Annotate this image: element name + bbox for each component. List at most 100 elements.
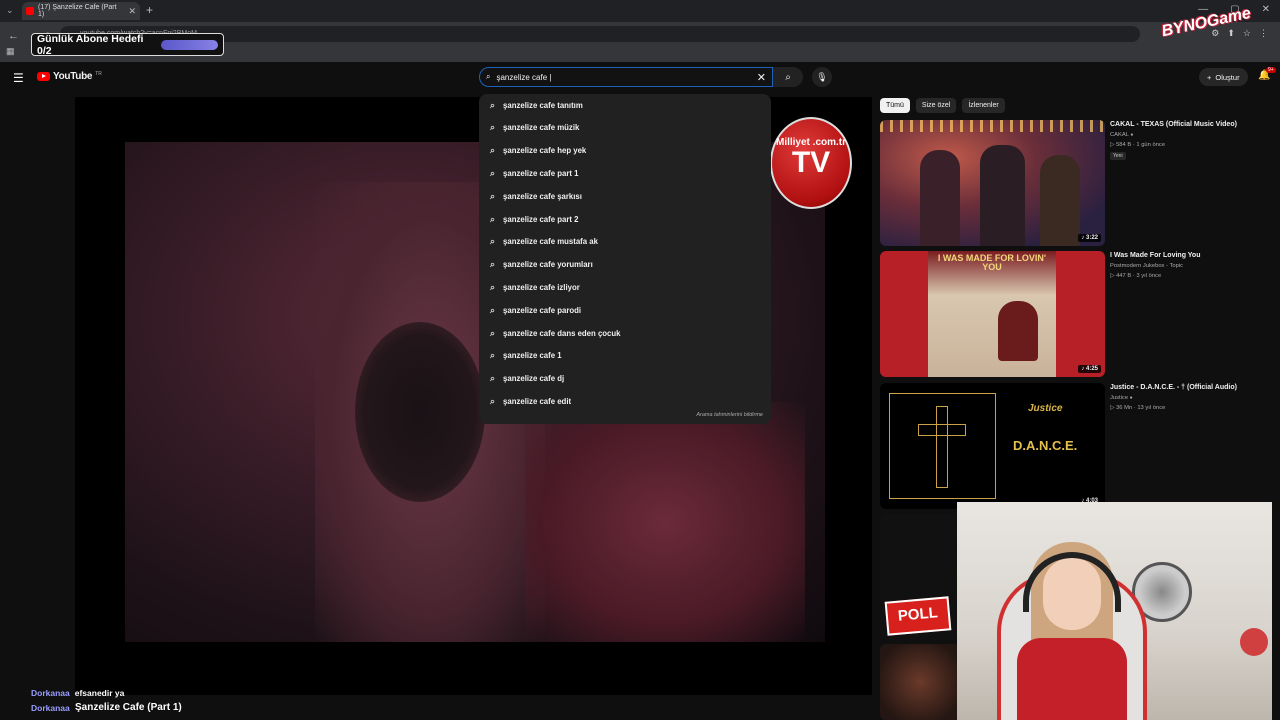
chip-watched[interactable]: İzlenenler <box>962 98 1005 113</box>
search-icon: ⌕ <box>490 373 496 384</box>
figure <box>1040 155 1080 246</box>
chat-username: Dorkanaa <box>31 703 70 713</box>
goal-label: Günlük Abone Hedefi 0/2 <box>37 32 144 57</box>
red-top <box>1017 638 1127 720</box>
search-icon: ⌕ <box>490 190 496 201</box>
suggestion-label: şanzelize cafe 1 <box>503 351 562 361</box>
suggestion-item[interactable]: ⌕ şanzelize cafe part 2 <box>479 208 771 230</box>
suggestion-item[interactable]: ⌕ şanzelize cafe 1 <box>479 345 771 367</box>
suggestion-item[interactable]: ⌕ şanzelize cafe dans eden çocuk <box>479 322 771 344</box>
justice-brand-text: Justice <box>1028 403 1063 414</box>
chip-for-you[interactable]: Size özel <box>915 98 957 113</box>
video-title[interactable]: Justice - D.A.N.C.E. - † (Official Audio… <box>1110 384 1270 391</box>
video-title[interactable]: I Was Made For Loving You <box>1110 252 1270 259</box>
back-icon[interactable]: ← <box>8 30 19 42</box>
chair-logo-icon <box>1240 628 1268 656</box>
browser-menu-icon[interactable]: ⋮ <box>1259 28 1268 39</box>
suggestion-label: şanzelize cafe izliyor <box>503 282 580 292</box>
channel-name[interactable]: CAKAL ● <box>1110 132 1133 138</box>
notification-count-badge: 9+ <box>1266 67 1276 73</box>
voice-search-button[interactable]: 🎙 <box>812 67 832 87</box>
search-icon: ⌕ <box>490 99 496 110</box>
tab-close-icon[interactable]: ✕ <box>128 6 136 17</box>
cross-icon <box>936 406 948 488</box>
recommendation-item[interactable]: I WAS MADE FOR LOVIN' YOU ♪ 4:25 I Was M… <box>880 251 1270 377</box>
browser-tab-active[interactable]: (17) Şanzelize Cafe (Part 1) ✕ <box>22 2 140 20</box>
youtube-favicon-icon <box>26 7 34 15</box>
new-badge: Yeni <box>1110 152 1126 160</box>
chat-username: Dorkanaa <box>31 688 70 698</box>
tab-search-icon[interactable]: ⌄ <box>6 5 14 16</box>
channel-label: Justice <box>1110 395 1129 401</box>
streamer <box>1017 542 1127 720</box>
hamburger-menu-icon[interactable]: ☰ <box>13 71 24 85</box>
suggestion-label: şanzelize cafe mustafa ak <box>503 237 598 247</box>
share-icon[interactable]: ⬆ <box>1227 28 1235 39</box>
chat-message: Dorkanaa <box>31 703 75 713</box>
search-button[interactable]: ⌕ <box>773 67 803 87</box>
new-tab-button[interactable]: + <box>146 3 153 17</box>
screen: ⌄ (17) Şanzelize Cafe (Part 1) ✕ + — ▢ ✕… <box>0 0 1280 720</box>
suggestion-label: şanzelize cafe part 1 <box>503 168 579 178</box>
poll-production-logo: POLL <box>884 596 952 636</box>
youtube-header: ☰ YouTube TR ⌕ şanzelize cafe | ✕ ⌕ 🎙 + … <box>0 62 1280 94</box>
now-playing-title: Şanzelize Cafe (Part 1) <box>75 702 182 713</box>
suggestion-label: şanzelize cafe tanıtım <box>503 100 583 110</box>
video-thumbnail[interactable]: I WAS MADE FOR LOVIN' YOU ♪ 4:25 <box>880 251 1105 377</box>
album-title-text: I WAS MADE FOR LOVIN' YOU <box>937 253 1047 273</box>
suggestion-item[interactable]: ⌕ şanzelize cafe hep yek <box>479 140 771 162</box>
channel-name[interactable]: Justice ● <box>1110 395 1133 401</box>
search-input[interactable]: ⌕ şanzelize cafe | ✕ <box>479 67 773 87</box>
suggestion-item[interactable]: ⌕ şanzelize cafe izliyor <box>479 276 771 298</box>
suggestion-item[interactable]: ⌕ şanzelize cafe part 1 <box>479 162 771 184</box>
figure <box>920 150 960 246</box>
close-window-icon[interactable]: ✕ <box>1262 4 1270 15</box>
suggestion-item[interactable]: ⌕ şanzelize cafe parodi <box>479 299 771 321</box>
search-icon: ⌕ <box>490 327 496 338</box>
clear-search-icon[interactable]: ✕ <box>757 71 766 84</box>
duration-badge: ♪ 3:22 <box>1078 234 1101 242</box>
suggestion-item[interactable]: ⌕ şanzelize cafe dj <box>479 368 771 390</box>
video-figure <box>355 322 485 502</box>
figure <box>980 145 1025 246</box>
suggestion-label: şanzelize cafe dj <box>503 374 565 384</box>
chip-all[interactable]: Tümü <box>880 98 910 113</box>
youtube-play-icon <box>37 72 50 81</box>
youtube-logo[interactable]: YouTube TR <box>37 71 102 82</box>
search-icon: ⌕ <box>490 167 496 178</box>
suggestion-item[interactable]: ⌕ şanzelize cafe tanıtım <box>479 94 771 116</box>
cross-bar <box>918 424 966 436</box>
search-icon: ⌕ <box>490 350 496 361</box>
suggestion-label: şanzelize cafe dans eden çocuk <box>503 328 621 338</box>
search-icon: ⌕ <box>490 281 496 292</box>
bookmark-star-icon[interactable]: ☆ <box>1243 28 1251 39</box>
report-predictions-link[interactable]: Arama tahminlerini bildirme <box>696 412 763 418</box>
suggestion-label: şanzelize cafe parodi <box>503 305 582 315</box>
suggestion-label: şanzelize cafe edit <box>503 396 572 406</box>
recommendation-item[interactable]: Justice D.A.N.C.E. ♪ 4:03 Justice - D.A.… <box>880 383 1270 509</box>
video-stats: ▷ 447 B · 3 yıl önce <box>1110 273 1162 279</box>
channel-label: CAKAL <box>1110 132 1129 138</box>
region-code: TR <box>95 71 102 77</box>
video-thumbnail[interactable] <box>880 644 960 720</box>
suggestion-item[interactable]: ⌕ şanzelize cafe yorumları <box>479 254 771 276</box>
tv-logo-big-text: TV <box>791 146 831 179</box>
search-icon: ⌕ <box>490 259 496 270</box>
video-thumbnail[interactable]: ♪ 3:22 <box>880 120 1105 246</box>
video-title[interactable]: CAKAL - TEXAS (Official Music Video) <box>1110 121 1270 128</box>
suggestion-item[interactable]: ⌕ şanzelize cafe edit <box>479 390 771 412</box>
subscriber-goal-widget: Günlük Abone Hedefi 0/2 <box>31 32 224 57</box>
recommendation-item[interactable]: ♪ 3:22 CAKAL - TEXAS (Official Music Vid… <box>880 120 1270 246</box>
video-thumbnail[interactable]: Justice D.A.N.C.E. ♪ 4:03 <box>880 383 1105 509</box>
suggestion-item[interactable]: ⌕ şanzelize cafe mustafa ak <box>479 231 771 253</box>
search-icon: ⌕ <box>490 395 496 406</box>
search-suggestions: ⌕ şanzelize cafe tanıtım ⌕ şanzelize cafe … <box>479 94 771 424</box>
apps-grid-icon[interactable]: ▦ <box>6 46 15 57</box>
video-figure <box>525 402 805 642</box>
extension-icons: ⚙ ⬆ ☆ ⋮ <box>1211 28 1268 39</box>
suggestion-item[interactable]: ⌕ şanzelize cafe şarkısı <box>479 185 771 207</box>
create-button[interactable]: + Oluştur <box>1199 68 1248 86</box>
browser-tabstrip: ⌄ (17) Şanzelize Cafe (Part 1) ✕ + — ▢ ✕ <box>0 0 1280 22</box>
suggestion-item[interactable]: ⌕ şanzelize cafe müzik <box>479 117 771 139</box>
channel-name[interactable]: Postmodern Jukebox - Topic <box>1110 263 1183 269</box>
